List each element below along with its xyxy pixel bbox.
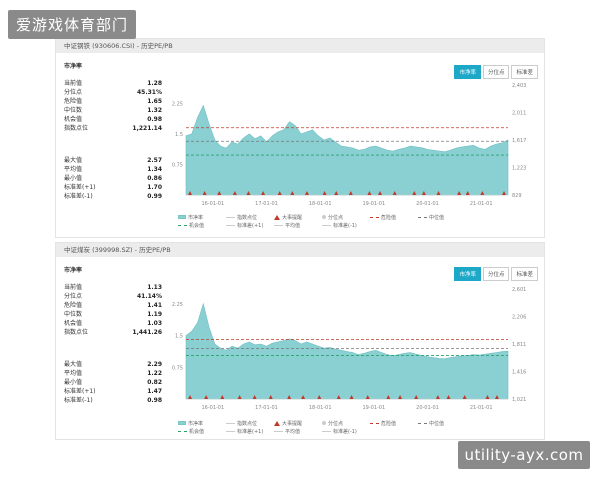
stat-danger: 危险值 1.41 <box>64 302 162 309</box>
tab-std[interactable]: 标准差 <box>511 267 538 281</box>
legend-danger[interactable]: 危险值 <box>370 213 418 221</box>
pb-area-series <box>185 302 509 400</box>
metric-label: 市净率 <box>64 63 83 70</box>
stat-chance: 机会值 1.03 <box>64 320 162 327</box>
y-right-tick: 1,021 <box>512 397 526 403</box>
stats-distribution: 最大值 2.29 平均值 1.22 最小值 0.82 标准差(+1) 1.47 标准差(… <box>64 360 162 405</box>
y-left-tick: 2.25 <box>172 302 183 308</box>
legend-pb[interactable]: 市净率 <box>178 213 226 221</box>
stat-index-points: 指数点位 1,441.26 <box>64 329 162 336</box>
legend-std-minus[interactable]: 标准差(-1) <box>322 427 370 435</box>
y-right-tick: 829 <box>512 193 522 199</box>
stat-percentile: 分位点 45.31% <box>64 89 162 96</box>
y-right-tick: 2,011 <box>512 111 526 117</box>
legend-chance[interactable]: 机会值 <box>178 221 226 229</box>
y-left-tick: 0.75 <box>172 365 183 371</box>
stat-mean: 平均值 1.22 <box>64 370 162 377</box>
stat-index-points: 指数点位 1,221.14 <box>64 125 162 132</box>
x-tick: 20-01-01 <box>416 201 439 207</box>
x-tick: 21-01-01 <box>470 201 493 207</box>
y-left-tick: 1.5 <box>175 334 183 340</box>
panel-title: 中证煤炭 (399998.SZ) - 历史PE/PB <box>56 243 544 257</box>
legend-danger[interactable]: 危险值 <box>370 419 418 427</box>
x-tick: 20-01-01 <box>416 405 439 411</box>
legend-index[interactable]: 指数点位 <box>226 213 274 221</box>
stats-summary: 当前值 1.13 分位点 41.14% 危险值 1.41 中位数 1.19 机会值 1.0… <box>64 283 162 337</box>
stat-std-minus: 标准差(-1) 0.98 <box>64 397 162 404</box>
stat-danger: 危险值 1.65 <box>64 98 162 105</box>
coal-index-panel: 中证煤炭 (399998.SZ) - 历史PE/PB 市净率 当前值 1.13 分… <box>55 242 545 440</box>
stat-mean: 平均值 1.34 <box>64 166 162 173</box>
stat-current: 当前值 1.13 <box>64 284 162 291</box>
legend-median[interactable]: 中位值 <box>418 213 466 221</box>
stat-std-plus: 标准差(+1) 1.70 <box>64 184 162 191</box>
x-tick: 19-01-01 <box>362 201 385 207</box>
y-right-tick: 2,206 <box>512 315 526 321</box>
y-right-tick: 1,416 <box>512 370 526 376</box>
y-right-tick: 1,811 <box>512 342 526 348</box>
pb-area-series <box>185 104 509 196</box>
legend-index[interactable]: 指数点位 <box>226 419 274 427</box>
stat-min: 最小值 0.82 <box>64 379 162 386</box>
tab-percentile[interactable]: 分位点 <box>482 267 510 281</box>
legend-median[interactable]: 中位值 <box>418 419 466 427</box>
stat-max: 最大值 2.57 <box>64 157 162 164</box>
chart-legend: 市净率 指数点位 大事提醒 分位点 危险值 中位值 机会值 标准差(+1) 平均… <box>178 419 478 435</box>
stat-max: 最大值 2.29 <box>64 361 162 368</box>
view-tabs: 市净率 分位点 标准差 <box>454 267 538 281</box>
stat-current: 当前值 1.28 <box>64 80 162 87</box>
panel-title: 中证钢铁 (930606.CSI) - 历史PE/PB <box>56 39 544 53</box>
chart-svg: 2.25 1.5 0.75 2,403 2,011 1,617 1,223 829 16-01-… <box>172 83 526 207</box>
tab-pb[interactable]: 市净率 <box>454 267 481 281</box>
chart-svg: 2.25 1.5 0.75 2,601 2,206 1,811 1,416 1,021 16-0… <box>172 287 526 411</box>
stat-chance: 机会值 0.98 <box>64 116 162 123</box>
legend-mean[interactable]: 平均值 <box>274 221 322 229</box>
stat-median: 中位数 1.19 <box>64 311 162 318</box>
x-tick: 21-01-01 <box>470 405 493 411</box>
legend-events[interactable]: 大事提醒 <box>274 419 322 427</box>
chart-legend: 市净率 指数点位 大事提醒 分位点 危险值 中位值 机会值 标准差(+1) 平均… <box>178 213 478 229</box>
legend-pb[interactable]: 市净率 <box>178 419 226 427</box>
x-tick: 17-01-01 <box>255 201 278 207</box>
legend-std-minus[interactable]: 标准差(-1) <box>322 221 370 229</box>
legend-percentile[interactable]: 分位点 <box>322 213 370 221</box>
y-left-tick: 0.75 <box>172 162 183 168</box>
stat-min: 最小值 0.86 <box>64 175 162 182</box>
watermark: utility-ayx.com <box>458 441 590 469</box>
stats-distribution: 最大值 2.57 平均值 1.34 最小值 0.86 标准差(+1) 1.70 标准差(… <box>64 156 162 201</box>
legend-mean[interactable]: 平均值 <box>274 427 322 435</box>
stats-summary: 当前值 1.28 分位点 45.31% 危险值 1.65 中位数 1.32 机会值 0.9… <box>64 79 162 133</box>
stat-median: 中位数 1.32 <box>64 107 162 114</box>
x-tick: 17-01-01 <box>255 405 278 411</box>
x-tick: 19-01-01 <box>362 405 385 411</box>
metric-label: 市净率 <box>64 267 83 274</box>
legend-chance[interactable]: 机会值 <box>178 427 226 435</box>
x-tick: 18-01-01 <box>309 201 332 207</box>
y-right-tick: 1,617 <box>512 138 526 144</box>
x-tick: 16-01-01 <box>201 405 224 411</box>
y-left-tick: 1.5 <box>175 132 183 138</box>
x-tick: 16-01-01 <box>201 201 224 207</box>
stat-std-minus: 标准差(-1) 0.99 <box>64 193 162 200</box>
legend-events[interactable]: 大事提醒 <box>274 213 322 221</box>
y-left-tick: 2.25 <box>172 101 183 107</box>
pb-chart[interactable]: 2.25 1.5 0.75 2,601 2,206 1,811 1,416 1,021 16-0… <box>168 281 538 423</box>
pb-chart[interactable]: 2.25 1.5 0.75 2,403 2,011 1,617 1,223 829 16-01-… <box>168 77 538 219</box>
x-tick: 18-01-01 <box>309 405 332 411</box>
y-right-tick: 2,601 <box>512 287 526 293</box>
steel-index-panel: 中证钢铁 (930606.CSI) - 历史PE/PB 市净率 当前值 1.28 … <box>55 38 545 238</box>
stat-std-plus: 标准差(+1) 1.47 <box>64 388 162 395</box>
legend-percentile[interactable]: 分位点 <box>322 419 370 427</box>
legend-std-plus[interactable]: 标准差(+1) <box>226 221 274 229</box>
y-right-tick: 1,223 <box>512 166 526 172</box>
stat-percentile: 分位点 41.14% <box>64 293 162 300</box>
brand-label: 爱游戏体育部门 <box>8 10 137 39</box>
legend-std-plus[interactable]: 标准差(+1) <box>226 427 274 435</box>
y-right-tick: 2,403 <box>512 83 526 89</box>
